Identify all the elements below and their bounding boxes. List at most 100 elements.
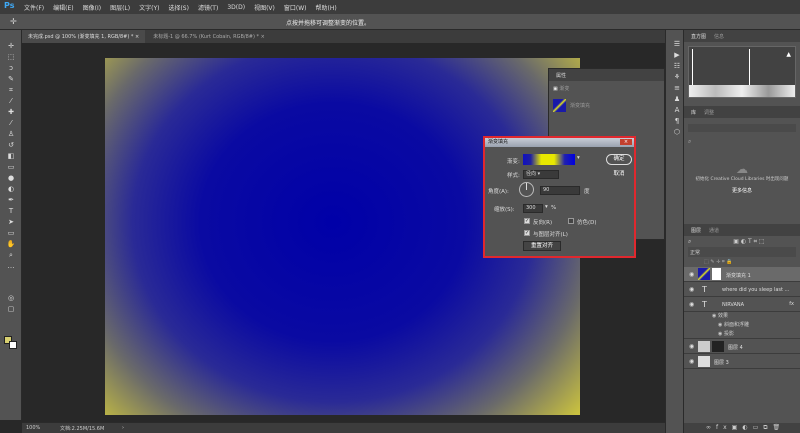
library-search[interactable]: ⌕ [688,138,796,146]
tab-layers[interactable]: 图层 [687,225,705,236]
quick-mask-icon[interactable]: ◎ [6,294,16,302]
zoom-level[interactable]: 100% [26,425,40,431]
3d-icon[interactable]: ⬡ [672,128,682,136]
layer-filter-row[interactable]: ⌕ ▣ ◐ T ⌗ ⬚ [684,236,800,247]
tab-adjustments[interactable]: 调整 [700,107,718,118]
menu-select[interactable]: 选择(S) [168,3,189,12]
tab-libraries[interactable]: 库 [687,107,700,118]
more-info-link[interactable]: 更多信息 [684,187,800,194]
screen-mode-icon[interactable]: ▢ [6,305,16,313]
blend-mode-select[interactable]: 正常 [688,247,796,257]
brush-tool-icon[interactable]: ⁄ [6,119,16,127]
zoom-tool-icon[interactable]: ⌕ [6,251,16,259]
quick-select-tool-icon[interactable]: ✎ [6,75,16,83]
eyedropper-tool-icon[interactable]: ⁄ [6,97,16,105]
tab-info[interactable]: 信息 [710,31,728,42]
creative-cloud-icon: ☁ [736,162,748,176]
text-layer-icon: T [702,300,707,309]
swatches-icon[interactable]: ⚘ [672,73,682,81]
layers-tabs: 图层 通道 [684,224,800,236]
layers-footer[interactable]: ∞fx▣◐▭⧉🗑 [684,423,800,433]
tab-channels[interactable]: 通道 [705,225,723,236]
hand-tool-icon[interactable]: ✋ [6,240,16,248]
menu-window[interactable]: 窗口(W) [284,3,307,12]
scale-input[interactable]: 300 [523,204,543,213]
reverse-checkbox[interactable]: ✓ [524,218,530,224]
ok-button[interactable]: 确定 [606,154,632,165]
layer-row[interactable]: ◉ 图层 4 [684,339,800,354]
move-tool-icon[interactable]: ✛ [10,17,17,26]
pen-tool-icon[interactable]: ✒ [6,196,16,204]
eye-icon[interactable]: ◉ [689,301,694,308]
close-icon[interactable]: × [135,34,139,40]
history-brush-icon[interactable]: ↺ [6,141,16,149]
dither-checkbox[interactable] [568,218,574,224]
align-checkbox[interactable]: ✓ [524,230,530,236]
menu-edit[interactable]: 编辑(E) [53,3,73,12]
gradient-tool-icon[interactable]: ▭ [6,163,16,171]
history-icon[interactable]: ☰ [672,40,682,48]
menu-3d[interactable]: 3D(D) [227,4,245,11]
eraser-tool-icon[interactable]: ◧ [6,152,16,160]
adjustments-icon[interactable]: ≡ [672,84,682,92]
style-select[interactable]: 径向 ▾ [523,170,559,179]
layer-row[interactable]: ◉ 图层 3 [684,354,800,369]
move-tool-icon[interactable]: ✛ [6,42,16,50]
stamp-tool-icon[interactable]: ♙ [6,130,16,138]
dodge-tool-icon[interactable]: ◐ [6,185,16,193]
effect-shadow-row[interactable]: ◉ 投影 [684,330,800,339]
close-icon[interactable]: × [261,34,265,40]
tab-document-2[interactable]: 未标题-1 @ 66.7% (Kurt Cobain, RGB/8#) * × [147,30,271,43]
actions-icon[interactable]: ▶ [672,51,682,59]
warning-icon[interactable]: ▲ [786,51,791,58]
reset-align-button[interactable]: 重置对齐 [523,241,561,251]
eye-icon[interactable]: ◉ [689,343,694,350]
marquee-tool-icon[interactable]: ⬚ [6,53,16,61]
menu-file[interactable]: 文件(F) [24,3,44,12]
properties-icon[interactable]: ☷ [672,62,682,70]
fx-icon[interactable]: fx [789,301,794,307]
eye-icon[interactable]: ◉ [689,271,694,278]
character-icon[interactable]: A [672,106,682,114]
eye-icon[interactable]: ◉ [689,358,694,365]
layer-row[interactable]: ◉ T NIRVANA fx [684,297,800,312]
tab-histogram[interactable]: 直方图 [687,31,710,42]
lasso-tool-icon[interactable]: ↄ [6,64,16,72]
menu-type[interactable]: 文字(Y) [139,3,159,12]
menu-help[interactable]: 帮助(H) [316,3,337,12]
angle-dial[interactable] [519,182,534,197]
crop-tool-icon[interactable]: ⌗ [6,86,16,94]
layer-row[interactable]: ◉ Twhere did you sleep last ... [684,282,800,297]
status-arrow-icon[interactable]: › [122,425,124,431]
gradient-label: 渐变: [507,159,520,165]
lock-row[interactable]: ⬚ ✎ ✛ ⌗ 🔒 [684,257,800,267]
scale-slider-icon[interactable]: ▾ [545,204,548,210]
people-icon[interactable]: ♟ [672,95,682,103]
gradient-dropdown-icon[interactable]: ▾ [577,155,580,161]
effects-row[interactable]: ◉ 效果 [684,312,800,321]
angle-unit: 度 [584,189,590,195]
menu-layer[interactable]: 图层(L) [110,3,130,12]
healing-tool-icon[interactable]: ✚ [6,108,16,116]
background-color[interactable] [9,341,17,349]
angle-input[interactable]: 90 [540,186,580,195]
blur-tool-icon[interactable]: ● [6,174,16,182]
shape-tool-icon[interactable]: ▭ [6,229,16,237]
angle-value: 90 [543,187,550,193]
menu-filter[interactable]: 滤镜(T) [198,3,218,12]
library-select[interactable] [688,124,796,132]
eye-icon[interactable]: ◉ [689,286,694,293]
tools-panel: ✛ ⬚ ↄ ✎ ⌗ ⁄ ✚ ⁄ ♙ ↺ ◧ ▭ ● ◐ ✒ T ➤ ▭ ✋ ⌕ … [0,30,22,420]
layer-row[interactable]: ◉ 渐变填充 1 [684,267,800,282]
path-select-icon[interactable]: ➤ [6,218,16,226]
effect-bevel-row[interactable]: ◉ 斜面和浮雕 [684,321,800,330]
type-tool-icon[interactable]: T [6,207,16,215]
more-tools-icon[interactable]: … [6,262,16,270]
gradient-picker[interactable] [523,154,575,165]
tab-document-1[interactable]: 未完成.psd @ 100% (渐变填充 1, RGB/8#) * × [22,30,146,43]
paragraph-icon[interactable]: ¶ [672,117,682,125]
cancel-button[interactable]: 取消 [606,170,632,181]
menu-view[interactable]: 视图(V) [254,3,275,12]
close-button[interactable]: × [620,139,632,145]
menu-image[interactable]: 图像(I) [83,3,101,12]
